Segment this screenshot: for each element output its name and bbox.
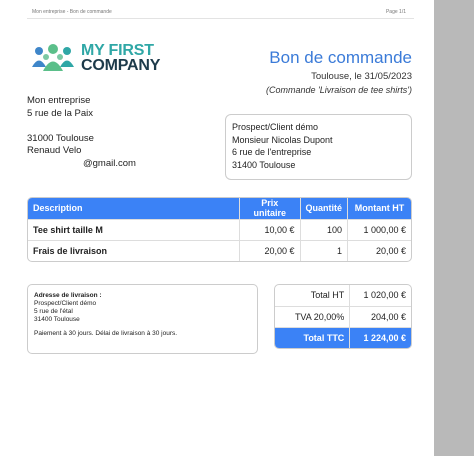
company-name: MY FIRST COMPANY xyxy=(81,42,161,74)
company-logo: MY FIRST COMPANY xyxy=(30,39,160,77)
total-ht-label: Total HT xyxy=(310,290,345,301)
logo-line1: MY FIRST xyxy=(81,42,154,59)
tva-value: 204,00 € xyxy=(349,305,411,327)
item-quantity: 100 xyxy=(299,218,348,240)
document-title: Bon de commande xyxy=(269,48,412,67)
sender-street: 5 rue de la Paix xyxy=(27,107,94,119)
viewer-background xyxy=(434,0,474,456)
item-quantity: 1 xyxy=(299,239,348,261)
header-divider xyxy=(27,18,414,19)
client-address-box: Prospect/Client démo Monsieur Nicolas Du… xyxy=(225,114,412,180)
item-unit-price: 10,00 € xyxy=(239,218,300,240)
document-subject: (Commande 'Livraison de tee shirts') xyxy=(266,85,412,95)
delivery-line1: Prospect/Client démo xyxy=(34,300,97,307)
item-unit-price: 20,00 € xyxy=(239,239,300,261)
payment-terms: Paiement à 30 jours. Délai de livraison … xyxy=(34,330,178,337)
table-row: Tee shirt taille M 10,00 € 100 1 000,00 … xyxy=(28,218,411,240)
col-description: Description xyxy=(28,198,240,219)
sender-city: 31000 Toulouse xyxy=(27,132,94,144)
sender-blank xyxy=(27,120,136,133)
sender-address: Mon entreprise 5 rue de la Paix 31000 To… xyxy=(27,95,136,170)
document-page: Mon entreprise - Bon de commande Page 1/… xyxy=(0,0,434,456)
total-ttc-value: 1 224,00 € xyxy=(349,326,411,348)
sender-name: Mon entreprise xyxy=(27,95,91,106)
table-row: Frais de livraison 20,00 € 1 20,00 € xyxy=(28,239,411,261)
delivery-label: Adresse de livraison : xyxy=(34,292,102,299)
page-header-number: Page 1/1 xyxy=(385,9,406,15)
item-description: Frais de livraison xyxy=(28,239,240,261)
col-unit-price: Prix unitaire xyxy=(239,198,300,219)
total-ttc-row: Total TTC 1 224,00 € xyxy=(275,326,411,348)
items-header-row: Description Prix unitaire Quantité Monta… xyxy=(28,198,411,219)
people-logo-icon xyxy=(32,44,74,71)
total-ht-value: 1 020,00 € xyxy=(349,285,411,306)
total-ht-row: Total HT 1 020,00 € xyxy=(275,285,411,306)
page-header-title: Mon entreprise - Bon de commande xyxy=(32,9,112,15)
total-ttc-label: Total TTC xyxy=(275,326,350,348)
delivery-info-box: Adresse de livraison : Prospect/Client d… xyxy=(27,284,258,354)
item-description: Tee shirt taille M xyxy=(28,218,240,240)
items-table: Description Prix unitaire Quantité Monta… xyxy=(27,197,412,262)
tva-row: TVA 20,00% 204,00 € xyxy=(275,305,411,327)
client-line3: 6 rue de l'entreprise xyxy=(232,147,312,157)
tva-label: TVA 20,00% xyxy=(275,305,350,327)
logo-line2: COMPANY xyxy=(81,57,161,74)
delivery-line3: 31400 Toulouse xyxy=(34,316,80,323)
delivery-line2: 5 rue de l'étal xyxy=(34,308,73,315)
sender-email: @gmail.com xyxy=(83,157,136,169)
col-quantity: Quantité xyxy=(299,198,348,219)
client-line4: 31400 Toulouse xyxy=(232,159,296,170)
col-amount: Montant HT xyxy=(347,198,411,219)
totals-table: Total HT 1 020,00 € TVA 20,00% 204,00 € … xyxy=(274,284,412,349)
item-amount: 1 000,00 € xyxy=(347,218,411,240)
client-line2: Monsieur Nicolas Dupont xyxy=(232,134,333,145)
item-amount: 20,00 € xyxy=(347,239,411,261)
client-line1: Prospect/Client démo xyxy=(232,122,319,132)
document-date: Toulouse, le 31/05/2023 xyxy=(311,71,412,82)
sender-contact: Renaud Velo xyxy=(27,145,82,156)
